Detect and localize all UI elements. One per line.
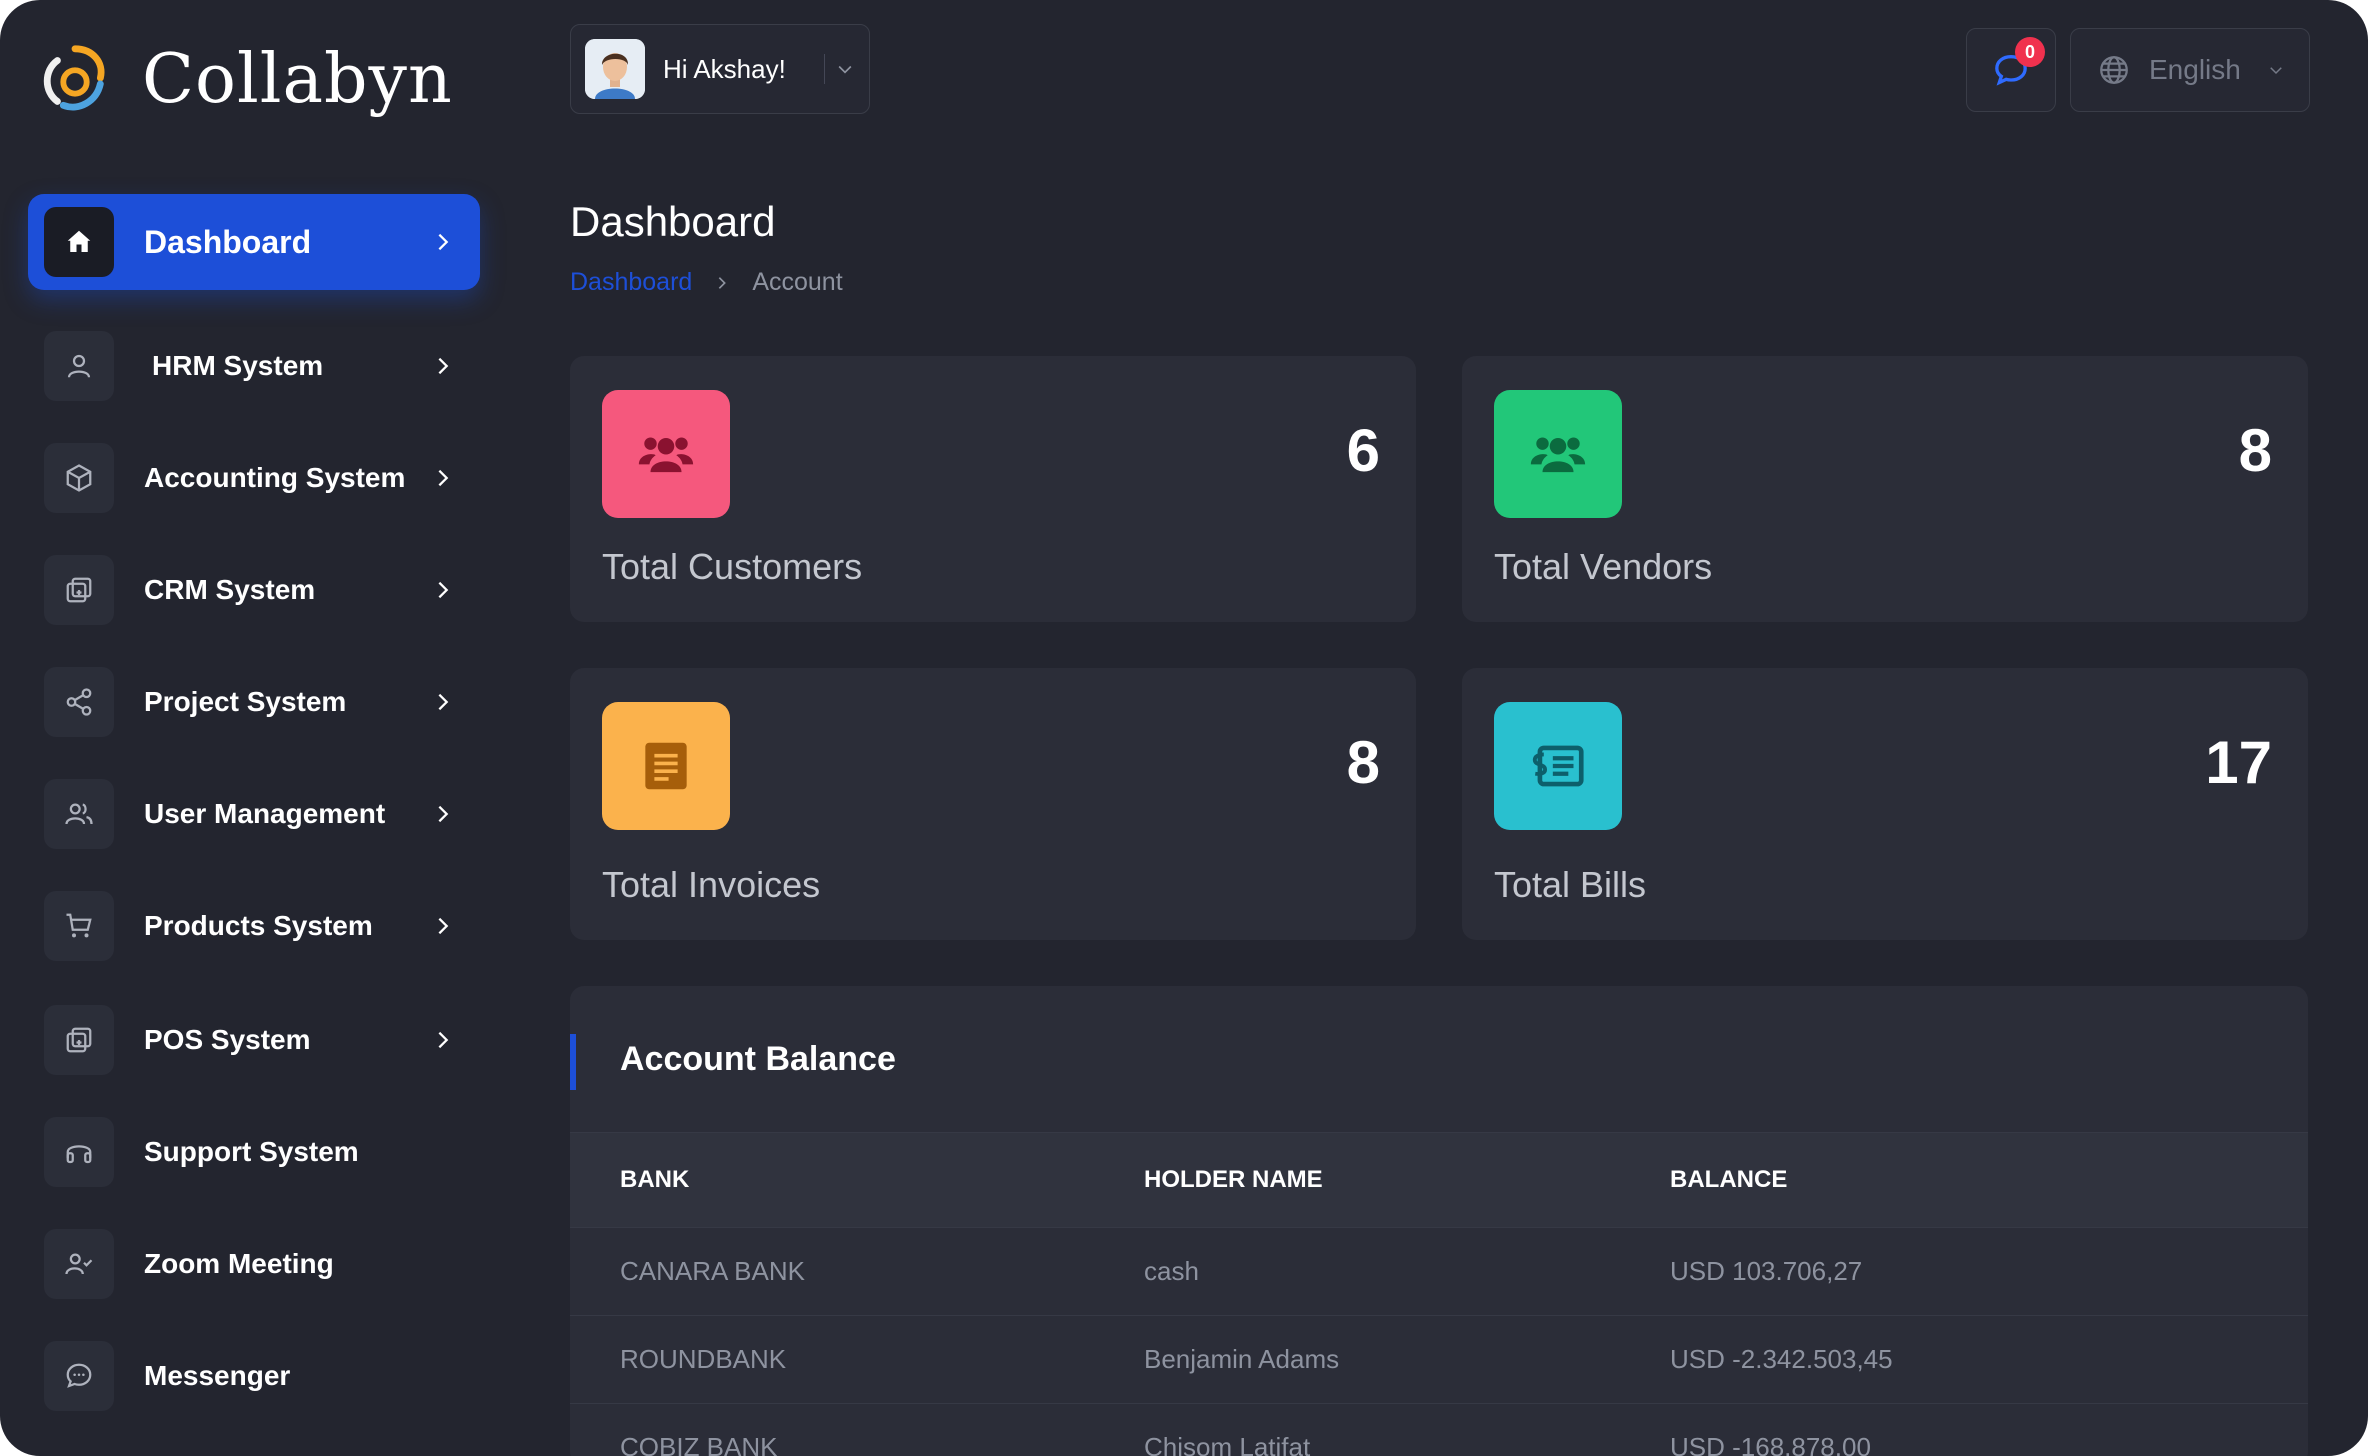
table-row[interactable]: ROUNDBANK Benjamin Adams USD -2.342.503,… [570,1316,2308,1404]
divider [824,54,825,84]
headphones-icon [44,1117,114,1187]
cell-holder-name: Benjamin Adams [1144,1344,1340,1374]
cart-icon [44,891,114,961]
chevron-right-icon [438,917,449,935]
app-window: Collabyn Dashboard HRM System Accounting… [0,0,2368,1456]
bill-icon [1494,702,1622,830]
sidebar-item-support-system[interactable]: Support System [28,1104,480,1200]
sidebar-item-label: Project System [144,686,347,717]
column-header-holder-name[interactable]: HOLDER NAME [1144,1166,1670,1194]
cell-balance: USD 103.706,27 [1670,1256,1863,1286]
stat-value: 8 [1346,729,1380,796]
customers-icon [602,390,730,518]
cell-holder-name: cash [1144,1256,1199,1286]
sidebar-item-label: Dashboard [144,223,312,260]
user-greeting: Hi Akshay! [663,53,786,84]
chevron-right-icon [438,469,449,487]
table-header-row: BANK HOLDER NAME BALANCE [570,1133,2308,1228]
page-title: Dashboard [570,198,776,245]
cell-holder-name: Chisom Latifat [1144,1432,1311,1456]
column-header-bank[interactable]: BANK [570,1166,1144,1194]
sidebar-item-label: User Management [144,798,386,829]
stat-card-total-vendors[interactable]: 8 Total Vendors [1462,356,2308,622]
stat-label: Total Vendors [1494,546,1713,587]
account-balance-card: Account Balance BANK HOLDER NAME BALANCE… [570,986,2308,1456]
table-row[interactable]: COBIZ BANK Chisom Latifat USD -168.878,0… [570,1404,2308,1456]
stat-value: 6 [1346,417,1380,484]
logo-icon [43,44,105,110]
card-title: Account Balance [620,1039,896,1078]
chevron-right-icon [438,233,449,251]
cell-bank: CANARA BANK [620,1256,805,1286]
chevron-down-icon [838,65,852,74]
sidebar-item-label: HRM System [152,350,324,381]
message-icon [44,1341,114,1411]
sidebar-item-crm-system[interactable]: CRM System [28,542,480,638]
sidebar-item-label: Products System [144,910,373,941]
layers-icon [44,555,114,625]
cell-bank: COBIZ BANK [620,1432,778,1456]
cell-bank: ROUNDBANK [620,1344,787,1374]
breadcrumb-link-dashboard[interactable]: Dashboard [570,268,692,297]
chevron-right-icon [438,1031,449,1049]
stat-card-total-customers[interactable]: 6 Total Customers [570,356,1416,622]
sidebar-item-label: Support System [144,1136,359,1167]
breadcrumb: Dashboard Account [570,268,843,297]
sidebar-item-dashboard[interactable]: Dashboard [28,194,480,290]
accent-bar [570,1034,576,1090]
chevron-right-icon [438,693,449,711]
chevron-right-icon [438,581,449,599]
notification-badge: 0 [2015,37,2045,67]
user-check-icon [44,1229,114,1299]
card-header: Account Balance [570,986,2308,1133]
avatar [585,39,645,99]
messages-button[interactable]: 0 [1966,28,2056,112]
sidebar-item-label: Zoom Meeting [144,1248,334,1279]
stat-value: 8 [2238,417,2272,484]
sidebar-item-products-system[interactable]: Products System [28,878,480,974]
stat-label: Total Bills [1494,864,1647,905]
language-select[interactable]: English [2070,28,2310,112]
vendors-icon [1494,390,1622,518]
user-menu-button[interactable]: Hi Akshay! [570,24,870,114]
layers-icon [44,1005,114,1075]
user-icon [44,331,114,401]
home-icon [44,207,114,277]
box-icon [44,443,114,513]
app-logo[interactable]: Collabyn [36,40,453,119]
sidebar-item-messenger[interactable]: Messenger [28,1328,480,1424]
invoice-icon [602,702,730,830]
cell-balance: USD -2.342.503,45 [1670,1344,1893,1374]
sidebar-item-label: CRM System [144,574,316,605]
stat-value: 17 [2205,729,2272,796]
sidebar-item-zoom-meeting[interactable]: Zoom Meeting [28,1216,480,1312]
stat-label: Total Customers [602,546,863,587]
language-label: English [2149,54,2241,85]
breadcrumb-current: Account [752,268,843,296]
stat-card-total-invoices[interactable]: 8 Total Invoices [570,668,1416,940]
sidebar-item-pos-system[interactable]: POS System [28,992,480,1088]
globe-icon [2100,56,2128,84]
sidebar-item-label: Messenger [144,1360,291,1391]
chevron-right-icon [719,276,727,289]
users-icon [44,779,114,849]
sidebar-item-label: POS System [144,1024,311,1055]
sidebar-item-accounting-system[interactable]: Accounting System [28,430,480,526]
sidebar-item-user-management[interactable]: User Management [28,766,480,862]
app-name: Collabyn [142,40,453,119]
stat-label: Total Invoices [602,864,821,905]
sidebar-item-hrm-system[interactable]: HRM System [28,318,480,414]
sidebar-item-project-system[interactable]: Project System [28,654,480,750]
table-row[interactable]: CANARA BANK cash USD 103.706,27 [570,1228,2308,1316]
sidebar-item-label: Accounting System [144,462,406,493]
share-icon [44,667,114,737]
cell-balance: USD -168.878,00 [1670,1432,1871,1456]
stat-card-total-bills[interactable]: 17 Total Bills [1462,668,2308,940]
chevron-down-icon [2270,67,2282,75]
column-header-balance[interactable]: BALANCE [1670,1166,2308,1194]
chevron-right-icon [438,805,449,823]
chevron-right-icon [438,357,449,375]
